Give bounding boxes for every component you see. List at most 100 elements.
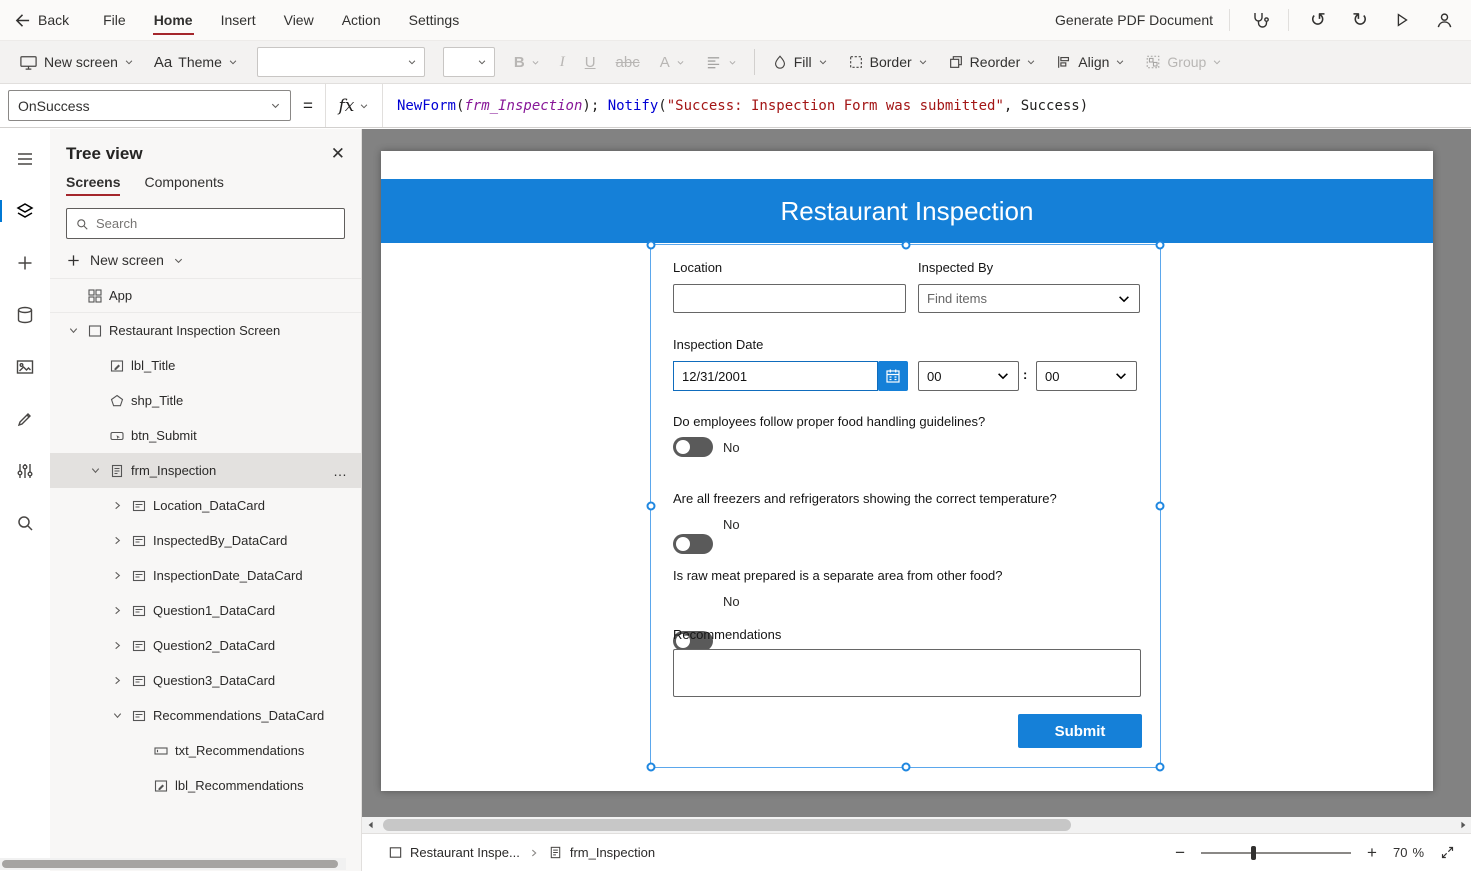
zoom-in-icon[interactable]: + — [1367, 844, 1377, 861]
undo-icon[interactable]: ↺ — [1305, 7, 1331, 33]
scrollbar-thumb[interactable] — [2, 860, 338, 868]
theme-button[interactable]: Aa Theme — [145, 48, 247, 77]
italic-button[interactable]: I — [551, 48, 574, 77]
fill-button[interactable]: Fill — [763, 48, 837, 76]
scrollbar-thumb[interactable] — [383, 819, 1071, 831]
formula-text[interactable]: NewForm(frm_Inspection); Notify("Success… — [397, 84, 1088, 127]
insert-icon[interactable] — [0, 237, 50, 289]
account-icon[interactable] — [1431, 7, 1457, 33]
reorder-button[interactable]: Reorder — [939, 48, 1046, 76]
resize-handle[interactable] — [1156, 241, 1165, 250]
tree-item-Restaurant Inspection Screen[interactable]: Restaurant Inspection Screen — [50, 313, 361, 348]
chevron-down-icon[interactable] — [173, 255, 184, 266]
app-checker-icon[interactable] — [1246, 7, 1272, 33]
advanced-tools-icon[interactable] — [0, 445, 50, 497]
menu-item-home[interactable]: Home — [140, 2, 207, 38]
font-color-button[interactable]: A — [651, 48, 694, 77]
resize-handle[interactable] — [647, 763, 656, 772]
location-input[interactable] — [673, 284, 906, 313]
resize-handle[interactable] — [1156, 502, 1165, 511]
menu-item-action[interactable]: Action — [328, 2, 395, 38]
chevron-down-icon[interactable] — [84, 465, 106, 476]
breadcrumb-form[interactable]: frm_Inspection — [548, 845, 655, 860]
pen-tool-icon[interactable] — [0, 393, 50, 445]
calendar-icon[interactable] — [878, 361, 908, 391]
property-select[interactable]: OnSuccess — [8, 90, 291, 121]
data-icon[interactable] — [0, 289, 50, 341]
breadcrumb-screen[interactable]: Restaurant Inspe... — [388, 845, 520, 860]
chevron-right-icon[interactable] — [106, 605, 128, 616]
tree-item-Question3_DataCard[interactable]: Question3_DataCard — [50, 663, 361, 698]
question2-toggle[interactable] — [673, 534, 713, 554]
inspected-by-combobox[interactable]: Find items — [918, 284, 1140, 313]
minute-dropdown[interactable]: 00 — [1036, 361, 1137, 391]
tree-horizontal-scrollbar[interactable] — [0, 858, 346, 870]
new-screen-tree-button[interactable]: New screen — [66, 252, 345, 268]
menu-item-view[interactable]: View — [270, 2, 328, 38]
date-input[interactable]: 12/31/2001 — [673, 361, 878, 391]
fx-button[interactable]: fx — [325, 84, 383, 127]
question1-toggle[interactable] — [673, 437, 713, 457]
zoom-slider[interactable] — [1201, 846, 1351, 860]
strikethrough-button[interactable]: abc — [607, 48, 649, 77]
restaurant-inspection-screen[interactable]: Restaurant Inspection Location Inspected… — [381, 151, 1433, 791]
new-screen-button[interactable]: New screen — [10, 47, 143, 78]
scrollbar-track[interactable] — [379, 817, 1454, 833]
redo-icon[interactable]: ↻ — [1347, 7, 1373, 33]
tree-item-btn_Submit[interactable]: btn_Submit — [50, 418, 361, 453]
search-input[interactable] — [96, 216, 336, 231]
tree-item-Location_DataCard[interactable]: Location_DataCard — [50, 488, 361, 523]
canvas-area[interactable]: Restaurant Inspection Location Inspected… — [362, 129, 1471, 833]
chevron-right-icon[interactable] — [106, 675, 128, 686]
tree-item-InspectionDate_DataCard[interactable]: InspectionDate_DataCard — [50, 558, 361, 593]
tree-item-lbl_Title[interactable]: lbl_Title — [50, 348, 361, 383]
tree-item-App[interactable]: App — [50, 278, 361, 313]
chevron-right-icon[interactable] — [106, 640, 128, 651]
resize-handle[interactable] — [901, 763, 910, 772]
tab-screens[interactable]: Screens — [66, 174, 120, 196]
tree-item-Question1_DataCard[interactable]: Question1_DataCard — [50, 593, 361, 628]
tree-item-frm_Inspection[interactable]: frm_Inspection… — [50, 453, 361, 488]
recommendations-textarea[interactable] — [673, 649, 1141, 697]
resize-handle[interactable] — [901, 241, 910, 250]
resize-handle[interactable] — [647, 502, 656, 511]
search-icon[interactable] — [0, 497, 50, 549]
tree-item-txt_Recommendations[interactable]: txt_Recommendations — [50, 733, 361, 768]
menu-item-insert[interactable]: Insert — [207, 2, 270, 38]
tab-components[interactable]: Components — [144, 174, 223, 196]
menu-item-settings[interactable]: Settings — [395, 2, 474, 38]
canvas-horizontal-scrollbar[interactable] — [362, 817, 1471, 833]
font-size-select[interactable] — [443, 47, 495, 77]
resize-handle[interactable] — [647, 241, 656, 250]
tree-item-lbl_Recommendations[interactable]: lbl_Recommendations — [50, 768, 361, 803]
chevron-right-icon[interactable] — [106, 535, 128, 546]
text-align-button[interactable] — [696, 48, 746, 77]
menu-item-file[interactable]: File — [89, 2, 140, 38]
chevron-down-icon[interactable] — [106, 710, 128, 721]
bold-button[interactable]: B — [505, 48, 549, 77]
tree-item-shp_Title[interactable]: shp_Title — [50, 383, 361, 418]
tree-item-Question2_DataCard[interactable]: Question2_DataCard — [50, 628, 361, 663]
play-preview-icon[interactable] — [1389, 7, 1415, 33]
zoom-slider-thumb[interactable] — [1251, 846, 1256, 860]
media-icon[interactable] — [0, 341, 50, 393]
frm-inspection-selection[interactable]: Location Inspected By Find items Inspect… — [650, 244, 1161, 768]
back-button[interactable]: Back — [14, 12, 69, 29]
underline-button[interactable]: U — [576, 48, 605, 77]
font-family-select[interactable] — [257, 47, 425, 77]
chevron-right-icon[interactable] — [106, 570, 128, 581]
zoom-out-icon[interactable]: − — [1175, 844, 1185, 861]
chevron-right-icon[interactable] — [106, 500, 128, 511]
tree-item-InspectedBy_DataCard[interactable]: InspectedBy_DataCard — [50, 523, 361, 558]
screen-title-shape[interactable]: Restaurant Inspection — [381, 179, 1433, 243]
group-button[interactable]: Group — [1136, 48, 1231, 76]
border-button[interactable]: Border — [839, 48, 937, 76]
hamburger-menu-icon[interactable] — [0, 133, 50, 185]
align-button[interactable]: Align — [1047, 48, 1134, 76]
scroll-left-arrow-icon[interactable] — [362, 817, 379, 833]
resize-handle[interactable] — [1156, 763, 1165, 772]
close-icon[interactable]: ✕ — [331, 144, 345, 164]
chevron-down-icon[interactable] — [62, 325, 84, 336]
scroll-right-arrow-icon[interactable] — [1454, 817, 1471, 833]
hour-dropdown[interactable]: 00 — [918, 361, 1019, 391]
